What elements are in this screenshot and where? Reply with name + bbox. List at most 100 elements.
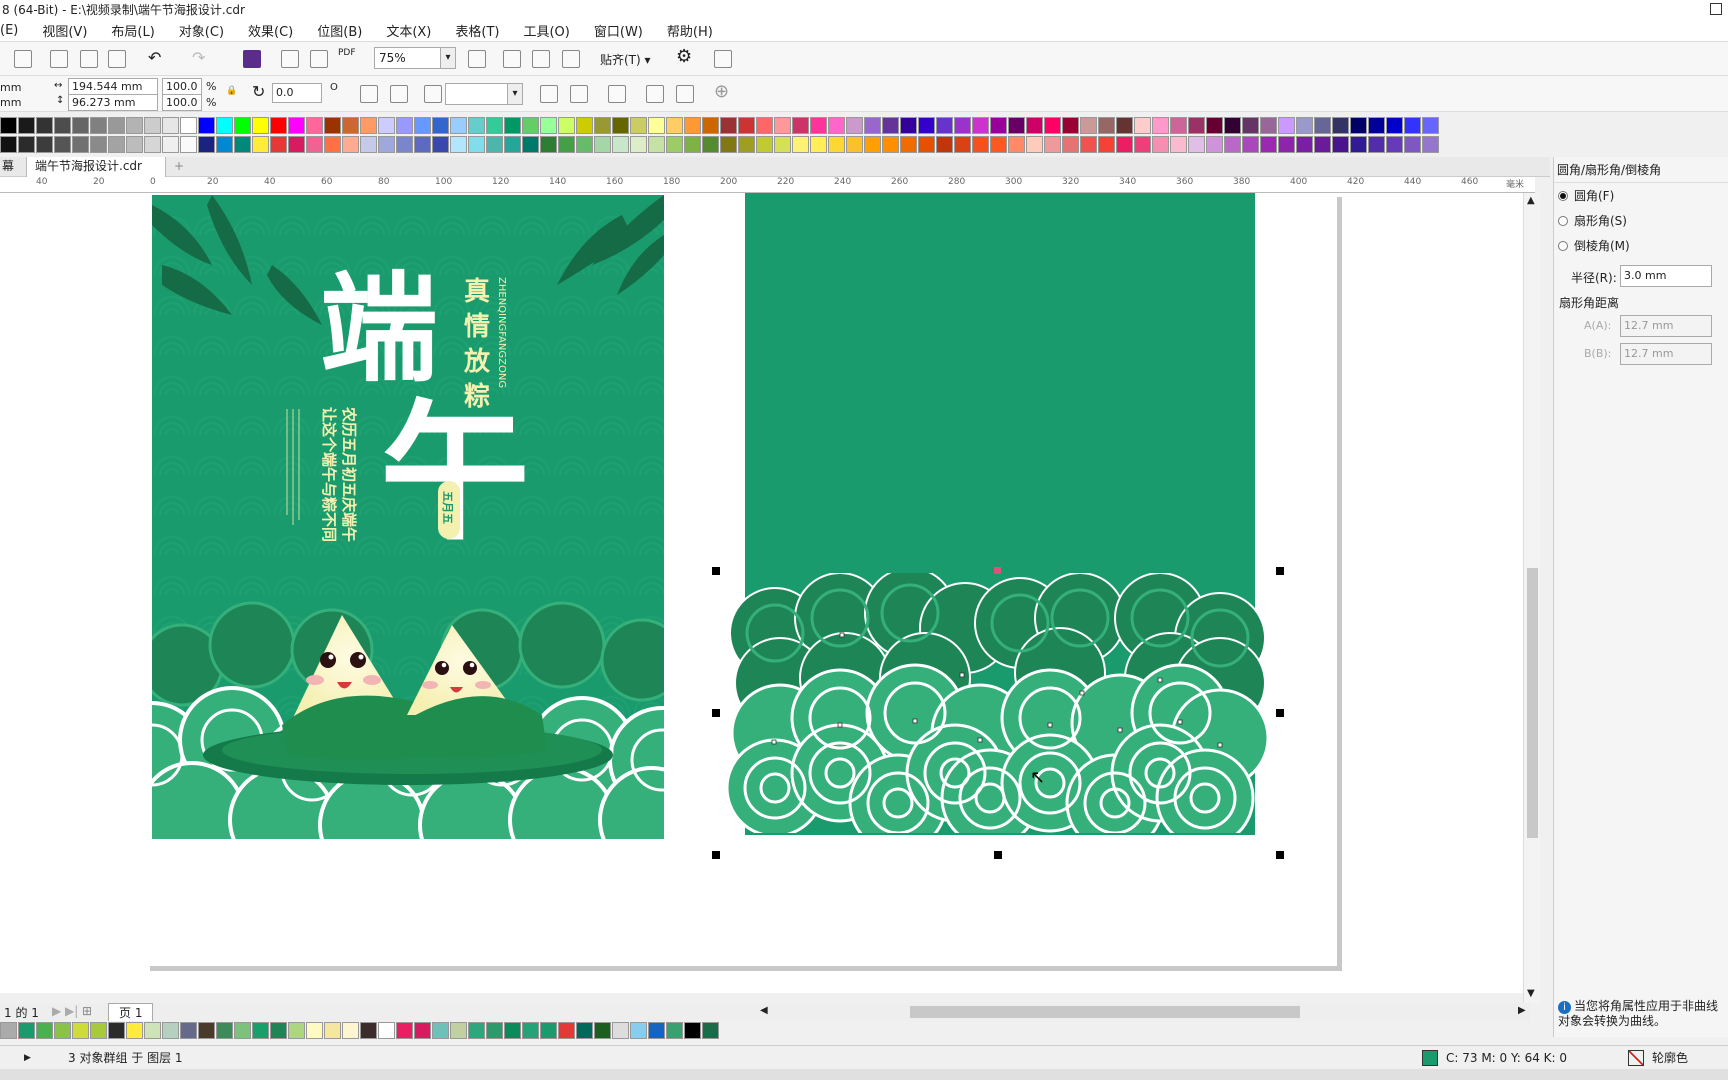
outline-width-combo[interactable] [445, 83, 523, 105]
palette-swatch[interactable] [324, 136, 341, 153]
scroll-down-icon[interactable]: ▼ [1527, 988, 1535, 999]
palette-swatch[interactable] [198, 1022, 215, 1039]
palette-swatch[interactable] [288, 1022, 305, 1039]
drawing-canvas[interactable]: 端 午 真 情 放 粽 ZHENQINGFANGZONG 农历五月初五庆端午 让… [0, 193, 1535, 993]
palette-swatch[interactable] [486, 136, 503, 153]
trim-icon[interactable] [676, 85, 694, 103]
copy-icon[interactable] [80, 50, 98, 68]
palette-swatch[interactable] [1260, 136, 1277, 153]
palette-swatch[interactable] [630, 136, 647, 153]
palette-swatch[interactable] [684, 136, 701, 153]
palette-swatch[interactable] [558, 1022, 575, 1039]
palette-swatch[interactable] [1386, 136, 1403, 153]
palette-swatch[interactable] [306, 1022, 323, 1039]
status-expand-icon[interactable]: ▶ [24, 1046, 31, 1070]
guidelines-icon[interactable] [562, 50, 580, 68]
palette-swatch[interactable] [0, 136, 17, 153]
palette-swatch[interactable] [72, 136, 89, 153]
palette-swatch[interactable] [1278, 117, 1295, 134]
palette-swatch[interactable] [360, 136, 377, 153]
palette-swatch[interactable] [936, 136, 953, 153]
selection-handle-bc[interactable] [994, 851, 1002, 859]
palette-swatch[interactable] [1332, 117, 1349, 134]
palette-swatch[interactable] [1404, 117, 1421, 134]
palette-swatch[interactable] [900, 117, 917, 134]
palette-swatch[interactable] [414, 117, 431, 134]
palette-swatch[interactable] [576, 136, 593, 153]
palette-swatch[interactable] [540, 1022, 557, 1039]
horizontal-scrollbar[interactable]: ◀ ▶ [760, 1003, 1530, 1021]
palette-swatch[interactable] [1080, 117, 1097, 134]
palette-swatch[interactable] [108, 1022, 125, 1039]
palette-swatch[interactable] [1332, 136, 1349, 153]
palette-swatch[interactable] [126, 136, 143, 153]
palette-swatch[interactable] [216, 1022, 233, 1039]
palette-swatch[interactable] [774, 136, 791, 153]
palette-swatch[interactable] [450, 1022, 467, 1039]
palette-swatch[interactable] [1206, 117, 1223, 134]
palette-swatch[interactable] [522, 136, 539, 153]
palette-swatch[interactable] [378, 136, 395, 153]
selection-handle-bl[interactable] [712, 851, 720, 859]
palette-swatch[interactable] [36, 117, 53, 134]
pdf-export-icon[interactable]: PDF [338, 48, 356, 58]
palette-swatch[interactable] [1296, 136, 1313, 153]
palette-swatch[interactable] [792, 117, 809, 134]
palette-swatch[interactable] [126, 117, 143, 134]
palette-swatch[interactable] [918, 136, 935, 153]
new-tab-button[interactable]: + [166, 157, 192, 177]
palette-swatch[interactable] [684, 1022, 701, 1039]
palette-swatch[interactable] [324, 1022, 341, 1039]
palette-swatch[interactable] [882, 117, 899, 134]
palette-swatch[interactable] [162, 1022, 179, 1039]
palette-swatch[interactable] [252, 136, 269, 153]
palette-swatch[interactable] [1152, 117, 1169, 134]
menu-text[interactable]: 文本(X) [374, 21, 443, 40]
palette-swatch[interactable] [1044, 117, 1061, 134]
menu-window[interactable]: 窗口(W) [582, 21, 655, 40]
palette-swatch[interactable] [954, 136, 971, 153]
palette-swatch[interactable] [0, 1022, 17, 1039]
palette-swatch[interactable] [1314, 136, 1331, 153]
palette-swatch[interactable] [54, 1022, 71, 1039]
import-icon[interactable] [281, 50, 299, 68]
palette-swatch[interactable] [1224, 117, 1241, 134]
add-page-icon[interactable]: ⊞ [82, 1004, 92, 1018]
palette-swatch[interactable] [468, 136, 485, 153]
width-field[interactable]: 194.544 mm [68, 78, 158, 95]
palette-swatch[interactable] [1080, 136, 1097, 153]
break-apart-icon[interactable] [540, 85, 558, 103]
print-icon[interactable] [14, 50, 32, 68]
palette-swatch[interactable] [342, 136, 359, 153]
palette-swatch[interactable] [1152, 136, 1169, 153]
palette-swatch[interactable] [594, 117, 611, 134]
palette-swatch[interactable] [1134, 117, 1151, 134]
palette-swatch[interactable] [576, 1022, 593, 1039]
palette-swatch[interactable] [648, 136, 665, 153]
palette-swatch[interactable] [468, 117, 485, 134]
selection-handle-mr[interactable] [1276, 709, 1284, 717]
menu-table[interactable]: 表格(T) [443, 21, 511, 40]
palette-swatch[interactable] [1242, 117, 1259, 134]
horizontal-scroll-thumb[interactable] [910, 1006, 1300, 1018]
palette-swatch[interactable] [414, 1022, 431, 1039]
palette-swatch[interactable] [1026, 136, 1043, 153]
palette-swatch[interactable] [270, 136, 287, 153]
palette-swatch[interactable] [270, 1022, 287, 1039]
palette-swatch[interactable] [270, 117, 287, 134]
palette-swatch[interactable] [432, 136, 449, 153]
palette-swatch[interactable] [1170, 117, 1187, 134]
full-screen-icon[interactable] [503, 50, 521, 68]
palette-swatch[interactable] [774, 117, 791, 134]
palette-swatch[interactable] [990, 117, 1007, 134]
palette-swatch[interactable] [54, 117, 71, 134]
palette-swatch[interactable] [684, 117, 701, 134]
palette-swatch[interactable] [414, 136, 431, 153]
palette-swatch[interactable] [522, 1022, 539, 1039]
palette-swatch[interactable] [1278, 136, 1295, 153]
scroll-up-icon[interactable]: ▲ [1527, 195, 1535, 206]
palette-swatch[interactable] [324, 117, 341, 134]
palette-swatch[interactable] [216, 136, 233, 153]
palette-swatch[interactable] [666, 1022, 683, 1039]
palette-swatch[interactable] [180, 117, 197, 134]
